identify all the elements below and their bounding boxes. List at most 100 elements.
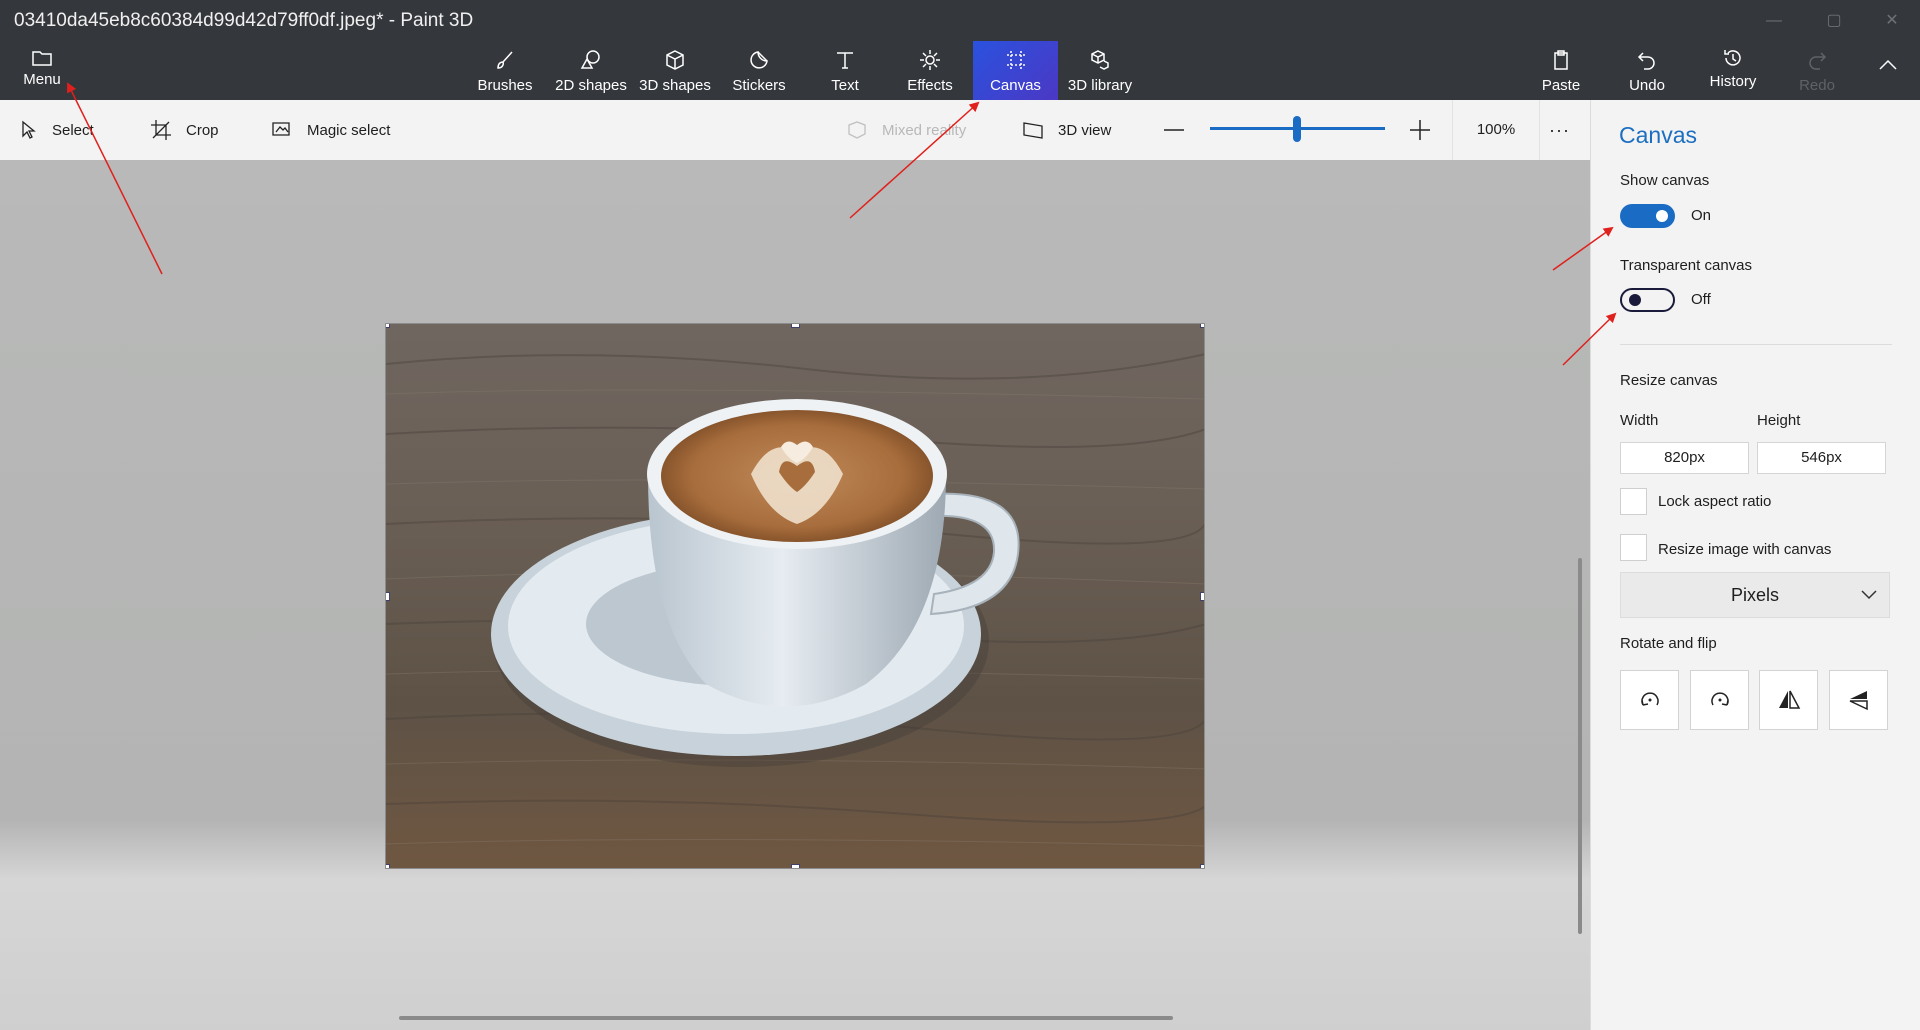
canvas-icon	[973, 49, 1058, 73]
tab-brushes-label: Brushes	[477, 77, 533, 94]
zoom-level[interactable]: 100%	[1452, 100, 1540, 160]
stickers-icon	[725, 49, 793, 73]
minus-icon	[1164, 129, 1184, 131]
3d-view-icon	[1023, 122, 1043, 139]
select-tool[interactable]: Select	[20, 100, 94, 160]
tab-stickers[interactable]: Stickers	[725, 41, 793, 100]
tab-3d-shapes-label: 3D shapes	[639, 77, 711, 94]
redo-label: Redo	[1799, 77, 1835, 94]
paste-label: Paste	[1541, 77, 1581, 94]
lock-aspect-ratio-label: Lock aspect ratio	[1658, 493, 1772, 510]
3d-view-label: 3D view	[1058, 121, 1112, 139]
resize-handle-left[interactable]	[386, 592, 390, 601]
menu-button[interactable]: Menu	[16, 41, 68, 100]
title-bar: 03410da45eb8c60384d99d42d79ff0df.jpeg* -…	[0, 0, 1920, 41]
resize-handle-bottom-left[interactable]	[386, 864, 390, 868]
magic-select-tool[interactable]: Magic select	[271, 100, 390, 160]
show-canvas-toggle[interactable]	[1620, 204, 1675, 228]
history-button[interactable]: History	[1702, 41, 1764, 100]
tab-canvas-label: Canvas	[990, 77, 1041, 94]
resize-handle-top[interactable]	[791, 324, 800, 328]
transparent-canvas-state: Off	[1691, 291, 1711, 308]
resize-handle-top-right[interactable]	[1200, 324, 1204, 328]
brush-icon	[471, 49, 539, 73]
zoom-slider-thumb[interactable]	[1293, 116, 1301, 142]
width-field[interactable]: 820px	[1620, 442, 1749, 474]
more-icon: ···	[1549, 119, 1570, 140]
select-label: Select	[52, 121, 94, 139]
zoom-in-button[interactable]	[1409, 100, 1445, 160]
crop-label: Crop	[186, 121, 219, 139]
units-dropdown[interactable]: Pixels	[1620, 572, 1890, 618]
chevron-down-icon	[1861, 590, 1877, 600]
tab-canvas[interactable]: Canvas	[973, 41, 1058, 100]
resize-image-label: Resize image with canvas	[1658, 541, 1832, 558]
lock-aspect-ratio-checkbox[interactable]	[1620, 488, 1647, 515]
tab-2d-shapes-label: 2D shapes	[555, 77, 627, 94]
undo-label: Undo	[1629, 77, 1665, 94]
rotate-left-icon	[1640, 692, 1659, 706]
paste-button[interactable]: Paste	[1536, 41, 1586, 100]
tab-2d-shapes[interactable]: 2D shapes	[553, 41, 629, 100]
menu-label: Menu	[23, 71, 61, 88]
panel-title: Canvas	[1619, 122, 1697, 148]
more-options-button[interactable]: ···	[1549, 100, 1570, 160]
cursor-icon	[22, 120, 36, 139]
undo-icon	[1622, 49, 1672, 73]
show-canvas-label: Show canvas	[1620, 172, 1710, 189]
redo-button[interactable]: Redo	[1792, 41, 1842, 100]
tab-text-label: Text	[831, 77, 859, 94]
rotate-left-button[interactable]	[1620, 670, 1679, 730]
crop-tool[interactable]: Crop	[150, 100, 219, 160]
mixed-reality-label: Mixed reality	[882, 121, 967, 139]
rotate-flip-heading: Rotate and flip	[1620, 635, 1717, 652]
plus-icon	[1410, 120, 1430, 140]
transparent-canvas-label: Transparent canvas	[1620, 257, 1753, 274]
transparent-canvas-toggle[interactable]	[1620, 288, 1675, 312]
resize-handle-top-left[interactable]	[386, 324, 390, 328]
minimize-icon[interactable]: —	[1754, 6, 1794, 36]
toggle-knob	[1629, 294, 1641, 306]
height-field[interactable]: 546px	[1757, 442, 1886, 474]
vertical-scrollbar[interactable]	[1578, 558, 1582, 934]
workspace[interactable]	[0, 160, 1590, 1030]
flip-vertical-icon	[1778, 690, 1800, 709]
zoom-out-button[interactable]	[1163, 100, 1199, 160]
tab-3d-shapes[interactable]: 3D shapes	[637, 41, 713, 100]
horizontal-scrollbar[interactable]	[399, 1016, 1173, 1020]
history-label: History	[1709, 73, 1757, 90]
3d-view-button[interactable]: 3D view	[1022, 100, 1111, 160]
undo-button[interactable]: Undo	[1622, 41, 1672, 100]
tab-stickers-label: Stickers	[732, 77, 786, 94]
canvas-panel: Canvas Show canvas On Transparent canvas…	[1590, 100, 1920, 1030]
maximize-icon[interactable]: ▢	[1814, 6, 1854, 36]
resize-handle-right[interactable]	[1200, 592, 1204, 601]
rotate-right-button[interactable]	[1690, 670, 1749, 730]
coffee-cup-photo	[386, 324, 1204, 868]
2d-shapes-icon	[553, 49, 629, 73]
resize-handle-bottom[interactable]	[791, 864, 800, 868]
resize-handle-bottom-right[interactable]	[1200, 864, 1204, 868]
mixed-reality-icon	[848, 121, 866, 139]
tab-text[interactable]: Text	[811, 41, 879, 100]
flip-vertical-button[interactable]	[1759, 670, 1818, 730]
height-label: Height	[1757, 412, 1801, 429]
collapse-ribbon-button[interactable]	[1866, 41, 1910, 100]
tab-effects[interactable]: Effects	[896, 41, 964, 100]
flip-horizontal-button[interactable]	[1829, 670, 1888, 730]
divider	[1620, 344, 1892, 345]
tab-3d-library[interactable]: 3D library	[1063, 41, 1137, 100]
close-icon[interactable]: ✕	[1872, 6, 1912, 36]
flip-horizontal-icon	[1849, 691, 1868, 711]
toggle-knob	[1656, 210, 1668, 222]
mixed-reality-button[interactable]: Mixed reality	[846, 100, 966, 160]
3d-library-icon	[1063, 49, 1137, 73]
canvas-image[interactable]	[385, 323, 1205, 869]
window-title: 03410da45eb8c60384d99d42d79ff0df.jpeg* -…	[14, 10, 474, 31]
paste-icon	[1536, 49, 1586, 73]
resize-canvas-heading: Resize canvas	[1620, 372, 1718, 389]
width-label: Width	[1620, 412, 1659, 429]
tab-brushes[interactable]: Brushes	[471, 41, 539, 100]
resize-image-checkbox[interactable]	[1620, 534, 1647, 561]
magic-select-icon	[272, 122, 290, 136]
